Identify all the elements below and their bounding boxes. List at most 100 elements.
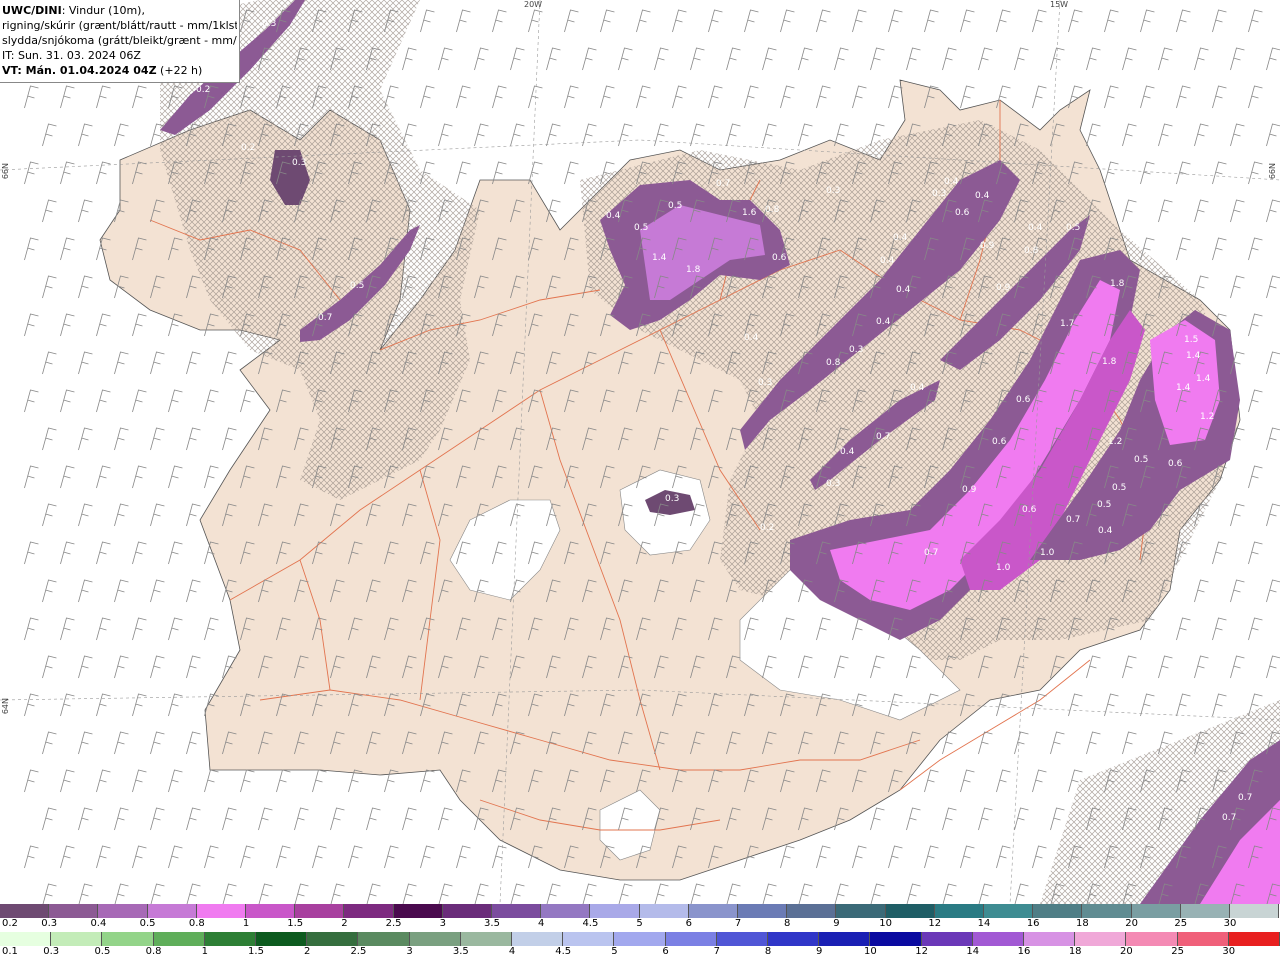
info-title-line: UWC/DINI: Vindur (10m), [2,3,237,18]
precip-value-label: 1.4 [1176,383,1191,393]
wind-barb [78,351,93,375]
wind-barb [456,9,471,33]
wind-barb [42,731,57,755]
rain-legend-swatch [460,932,512,946]
wind-barb [132,845,147,869]
rain-legend-label: 7 [713,946,720,957]
wind-barb [312,769,327,793]
wind-barb [942,883,957,904]
wind-barb [60,389,75,413]
wind-barb [780,85,795,109]
wind-barb [1158,199,1173,223]
wind-barb [1266,199,1280,223]
snow-legend-label: 0.3 [41,918,58,929]
rain-legend-label: 2.5 [350,946,367,957]
precip-value-label: 1.8 [686,265,701,275]
wind-barb [1230,579,1245,603]
wind-barb [1194,579,1209,603]
rain-legend-swatch [256,932,308,946]
rain-legend-swatch [1177,932,1229,946]
snow-legend-swatch [442,904,492,918]
wind-barb [240,845,255,869]
precip-value-label: 0.4 [910,383,925,393]
precip-value-label: 0.8 [765,205,780,215]
wind-barb [114,731,129,755]
wind-barb [1176,9,1191,33]
wind-barb [276,769,291,793]
wind-barb [96,845,111,869]
snow-legend-swatch [344,904,394,918]
wind-barb [780,845,795,869]
wind-barb [60,465,75,489]
precip-value-label: 0.4 [744,333,759,343]
wind-barb [60,617,75,641]
rain-legend-swatch [153,932,205,946]
precip-value-label: 0.4 [896,285,911,295]
wind-barb [690,123,705,147]
wind-barb [204,389,219,413]
wind-barb [150,655,165,679]
wind-barb [1122,47,1137,71]
rain-legend-label: 20 [1120,946,1133,957]
wind-barb [24,161,39,185]
wind-barb [96,769,111,793]
wind-barb [582,47,597,71]
wind-barb [42,883,57,904]
precip-value-label: 0.7 [924,548,938,558]
wind-barb [24,693,39,717]
rain-legend-label: 6 [662,946,669,957]
wind-barb [96,313,111,337]
wind-barb [510,883,525,904]
wind-barb [654,883,669,904]
rain-legend-label: 4 [508,946,516,957]
map-canvas[interactable]: 0.30.20.20.30.50.70.40.50.51.41.80.71.6 0… [0,0,1280,904]
wind-barb [744,85,759,109]
precip-value-label: 0.4 [876,317,891,327]
snow-legend-swatch [0,904,50,918]
rain-legend-swatch [870,932,922,946]
snow-legend-label: 18 [1076,918,1089,929]
wind-barb [78,275,93,299]
wind-barb [708,9,723,33]
wind-barb [1248,313,1263,337]
snow-legend-label: 4.5 [582,918,599,929]
precip-value-label: 1.4 [1186,351,1201,361]
precip-value-label: 0.4 [880,256,895,266]
precip-value-label: 0.9 [962,485,977,495]
snow-legend-label: 8 [784,918,791,929]
lat-label-66n-left: 66N [1,163,10,180]
wind-barb [1014,883,1029,904]
wind-barb [420,845,435,869]
wind-barb [1194,123,1209,147]
wind-barb [78,579,93,603]
snow-legend-label: 2.5 [385,918,402,929]
wind-barb [258,807,273,831]
wind-barb [186,731,201,755]
wind-barb [1212,237,1227,261]
wind-barb [78,123,93,147]
wind-barb [78,807,93,831]
snow-legend: 0.2 0.3 0.4 0.5 0.8 1 1.5 2 2.5 3 3.5 4 4.5 5 6 7 8 9 10 12… [0,904,1280,932]
wind-barb [978,807,993,831]
precip-value-label: 0.5 [1097,500,1111,510]
rain-legend-swatch [819,932,871,946]
valid-time: VT: Mán. 01.04.2024 04Z [2,64,157,77]
wind-barb [672,85,687,109]
precip-value-label: 0.3 [292,158,306,168]
wind-barb [1248,237,1263,261]
wind-barb [582,123,597,147]
wind-barb [1104,9,1119,33]
wind-barb [618,123,633,147]
wind-barb [564,85,579,109]
snow-legend-swatch [688,904,738,918]
wind-barb [60,769,75,793]
lon-label-15w: 15W [1050,0,1069,9]
wind-barb [114,351,129,375]
wind-barb [258,883,273,904]
snow-legend-swatch [196,904,246,918]
forecast-map[interactable]: 0.3 0.2 0.2 0.3 0.5 0.7 0.4 0.5 0.5 1.4 1.8 0.7 1.6 0… [0,0,1280,904]
wind-barb [942,807,957,831]
snow-legend-label: 10 [879,918,892,929]
snow-legend-swatch [1230,904,1280,918]
wind-barb [132,541,147,565]
